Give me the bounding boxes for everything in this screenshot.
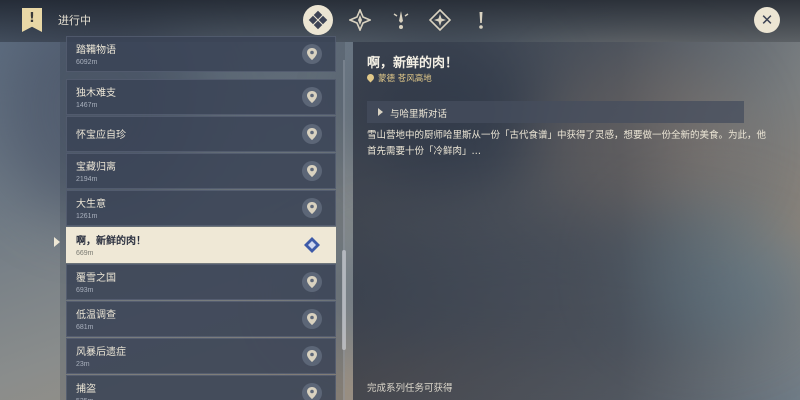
track-location-icon[interactable] <box>302 124 322 144</box>
quest-name: 低温调查 <box>76 310 116 321</box>
quest-distance: 1261m <box>76 213 98 220</box>
commission-quest-icon <box>479 12 483 29</box>
quest-list-item[interactable]: 怀宝应自珍 <box>66 116 336 152</box>
quest-description: 雪山营地中的厨师哈里斯从一份「古代食谱」中获得了灵感，想要做一份全新的美食。为此… <box>367 130 767 157</box>
track-location-icon[interactable] <box>302 161 322 181</box>
quest-list-item[interactable]: 捕盗 535m <box>66 375 336 400</box>
quest-badge-glyph: ! <box>29 10 35 26</box>
quest-distance: 6092m <box>76 59 98 66</box>
quest-distance: 1467m <box>76 102 98 109</box>
quest-name: 风暴后遗症 <box>76 347 126 358</box>
quest-name: 覆雪之国 <box>76 273 116 284</box>
scrollbar-thumb[interactable] <box>342 250 346 350</box>
objective-label: 与哈里斯对话 <box>390 109 448 120</box>
story-quest-icon <box>393 11 409 29</box>
quest-distance: 23m <box>76 361 90 368</box>
objective-arrow-icon <box>378 108 383 116</box>
rewards-heading: 完成系列任务可获得 <box>367 383 453 394</box>
selection-indicator-icon <box>54 237 60 247</box>
page-title: 进行中 <box>58 14 91 27</box>
quest-distance: 693m <box>76 287 94 294</box>
quest-name: 宝藏归离 <box>76 162 116 173</box>
quest-distance: 681m <box>76 324 94 331</box>
quest-list-item[interactable]: 宝藏归离 2194m <box>66 153 336 189</box>
quest-name: 啊，新鲜的肉！ <box>76 236 146 247</box>
close-button[interactable]: ✕ <box>754 7 780 33</box>
location-pin-icon <box>365 72 376 83</box>
archon-quest-icon <box>349 9 371 31</box>
quest-location: 蒙德 苍风高地 <box>365 72 432 84</box>
quest-location-text: 蒙德 苍风高地 <box>378 74 432 84</box>
close-icon: ✕ <box>760 11 774 29</box>
tab-world-quests[interactable] <box>425 5 455 35</box>
tracking-active-icon[interactable] <box>302 235 322 255</box>
tab-commission-quests[interactable] <box>466 5 496 35</box>
tab-story-quests[interactable] <box>386 5 416 35</box>
quest-book-icon: ! <box>22 8 42 32</box>
quest-distance: 669m <box>76 250 94 257</box>
quest-list-item[interactable]: 风暴后遗症 23m <box>66 338 336 374</box>
track-location-icon[interactable] <box>302 198 322 218</box>
quest-list-item-selected[interactable]: 啊，新鲜的肉！ 669m <box>66 227 336 263</box>
quest-name: 踏鞴物语 <box>76 45 116 56</box>
tab-all-quests[interactable] <box>303 5 333 35</box>
quest-list-item[interactable]: 踏鞴物语 6092m <box>66 36 336 72</box>
quest-name: 大生意 <box>76 199 106 210</box>
track-location-icon[interactable] <box>302 346 322 366</box>
quest-objective[interactable]: 与哈里斯对话 <box>367 101 744 123</box>
quest-list-item[interactable]: 覆雪之国 693m <box>66 264 336 300</box>
quest-list-item[interactable]: 低温调查 681m <box>66 301 336 337</box>
track-location-icon[interactable] <box>302 87 322 107</box>
quest-list-item[interactable]: 独木难支 1467m <box>66 79 336 115</box>
track-location-icon[interactable] <box>302 44 322 64</box>
all-quests-icon <box>308 10 328 30</box>
quest-name: 独木难支 <box>76 88 116 99</box>
quest-detail-panel: 啊，新鲜的肉！ 蒙德 苍风高地 与哈里斯对话 雪山营地中的厨师哈里斯从一份「古代… <box>353 42 800 400</box>
tab-archon-quests[interactable] <box>345 5 375 35</box>
quest-list-item[interactable]: 大生意 1261m <box>66 190 336 226</box>
track-location-icon[interactable] <box>302 383 322 400</box>
quest-detail-title: 啊，新鲜的肉！ <box>367 56 459 71</box>
track-location-icon[interactable] <box>302 309 322 329</box>
quest-distance: 2194m <box>76 176 98 183</box>
quest-list[interactable]: 踏鞴物语 6092m 独木难支 1467m 怀宝应自珍 宝藏归离 2194m 大… <box>60 36 345 400</box>
world-quest-icon <box>429 9 451 31</box>
track-location-icon[interactable] <box>302 272 322 292</box>
quest-name: 怀宝应自珍 <box>76 130 126 141</box>
quest-name: 捕盗 <box>76 384 96 395</box>
